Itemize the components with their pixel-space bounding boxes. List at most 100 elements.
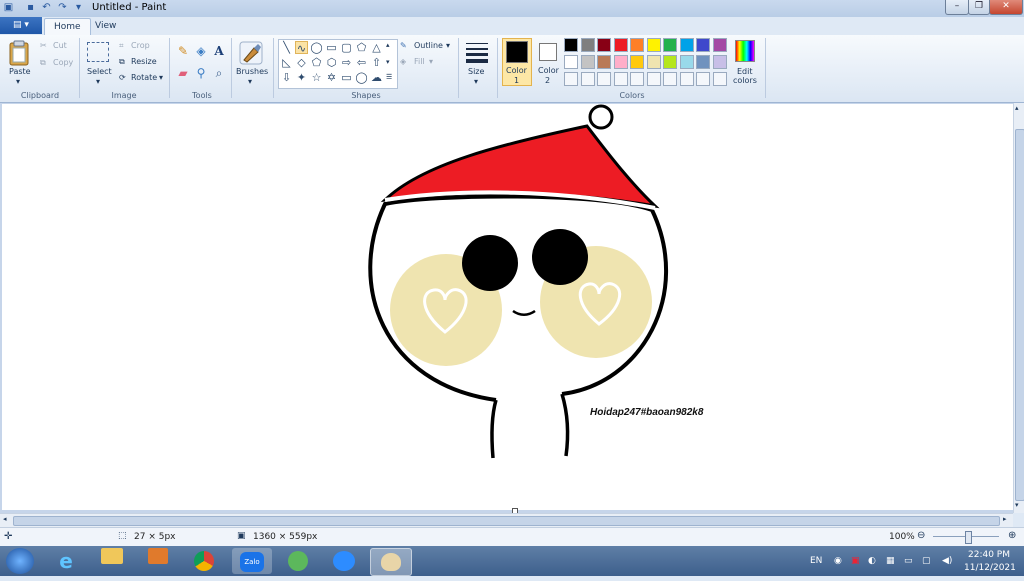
polygon-shape-icon[interactable]: ⬠ [355,41,368,54]
file-menu-button[interactable]: ▤ ▾ [0,17,42,34]
shapes-scroll-up-icon[interactable]: ▴ [386,41,390,49]
right-triangle-shape-icon[interactable]: ◺ [280,56,293,69]
tray-network-icon[interactable]: ▦ [886,556,895,566]
tray-antivirus-icon[interactable]: ▣ [851,556,860,566]
down-arrow-shape-icon[interactable]: ⇩ [280,71,293,84]
explorer-icon[interactable] [92,548,132,574]
resize-label[interactable]: Resize [131,57,157,66]
size-label[interactable]: Size [468,67,484,76]
zoom-slider-thumb[interactable] [965,531,972,544]
tray-volume-alt-icon[interactable]: ◐ [868,556,876,566]
palette-swatch[interactable] [564,38,578,52]
save-icon[interactable]: ▪ [24,2,37,14]
clock-time[interactable]: 22:40 PM [968,550,1010,560]
diamond-shape-icon[interactable]: ◇ [295,56,308,69]
palette-swatch[interactable] [696,38,710,52]
fill-icon[interactable]: ◈ [400,57,406,66]
text-tool-icon[interactable]: A [211,43,227,59]
edit-colors-label-2[interactable]: colors [733,76,757,85]
size-dropdown-icon[interactable]: ▾ [474,77,478,86]
maximize-button[interactable]: ❐ [968,0,990,15]
resize-icon[interactable]: ⧉ [119,57,125,67]
size-button[interactable] [465,41,489,63]
copy-icon[interactable]: ⧉ [40,58,46,68]
palette-swatch[interactable] [613,38,628,52]
right-arrow-shape-icon[interactable]: ⇨ [340,56,353,69]
five-point-star-shape-icon[interactable]: ☆ [310,71,323,84]
rounded-rectangle-shape-icon[interactable]: ▢ [340,41,353,54]
close-button[interactable]: ✕ [989,0,1023,15]
palette-swatch[interactable] [663,38,677,52]
select-icon[interactable] [87,42,109,62]
palette-custom-slot[interactable] [597,72,611,86]
callout-shape-icon[interactable]: ▭ [340,71,353,84]
palette-swatch[interactable] [663,55,677,69]
rotate-icon[interactable]: ⟳ [119,73,126,82]
oval-shape-icon[interactable]: ◯ [310,41,323,54]
color-picker-icon[interactable]: ⚲ [193,65,209,81]
palette-custom-slot[interactable] [663,72,677,86]
oval-callout-shape-icon[interactable]: ◯ [355,71,368,84]
rotate-label[interactable]: Rotate [131,73,157,82]
customize-icon[interactable]: ▾ [72,2,85,14]
pencil-icon[interactable]: ✎ [175,43,191,59]
magnifier-icon[interactable]: ⌕ [211,65,227,81]
shapes-scroll-down-icon[interactable]: ▾ [386,58,390,66]
palette-swatch[interactable] [597,38,611,52]
speaker-icon[interactable]: ◀) [942,556,952,566]
cloud-callout-shape-icon[interactable]: ☁ [370,71,383,84]
edit-colors-icon[interactable] [735,40,755,62]
drawing-canvas[interactable]: Hoidap247#baoan982k8 [2,104,1013,510]
horizontal-scroll-thumb[interactable] [13,516,1000,526]
palette-swatch[interactable] [613,55,628,69]
edit-colors-label-1[interactable]: Edit [737,67,753,76]
palette-swatch[interactable] [712,38,727,52]
tray-display-icon[interactable]: ▢ [922,556,931,566]
palette-swatch[interactable] [630,55,644,69]
select-dropdown-icon[interactable]: ▾ [96,77,100,86]
color2-label[interactable]: Color [538,66,559,75]
palette-swatch[interactable] [646,55,661,69]
up-arrow-shape-icon[interactable]: ⇧ [370,56,383,69]
scroll-right-icon[interactable]: ▸ [1003,515,1007,523]
chrome-icon[interactable] [184,548,224,574]
palette-swatch[interactable] [696,55,710,69]
start-icon[interactable] [6,548,34,574]
brushes-label[interactable]: Brushes [236,67,268,76]
cut-icon[interactable]: ✂ [40,41,47,50]
palette-custom-slot[interactable] [580,72,595,86]
paint-app-icon[interactable]: ▣ [2,2,15,14]
media-icon[interactable] [138,548,178,574]
select-label[interactable]: Select [87,67,112,76]
palette-custom-slot[interactable] [630,72,644,86]
coccoc-icon[interactable] [278,548,318,574]
crop-icon[interactable]: ⌗ [119,41,124,51]
brushes-button[interactable] [238,40,264,66]
ie-icon[interactable]: e [46,548,86,574]
scroll-down-icon[interactable]: ▾ [1015,501,1019,509]
outline-label[interactable]: Outline [414,41,443,50]
scroll-left-icon[interactable]: ◂ [3,515,7,523]
tray-device-icon[interactable]: ▭ [904,556,913,566]
paint-icon[interactable] [370,548,412,576]
palette-swatch[interactable] [679,55,694,69]
clock-date[interactable]: 11/12/2021 [964,563,1016,573]
palette-swatch[interactable] [646,38,661,52]
tab-view[interactable]: View [86,18,125,35]
vertical-scroll-thumb[interactable] [1015,129,1024,501]
vertical-scrollbar[interactable]: ▴ ▾ [1013,103,1024,513]
copy-label[interactable]: Copy [53,58,73,67]
scroll-up-icon[interactable]: ▴ [1015,104,1019,112]
palette-swatch[interactable] [580,55,595,69]
zalo-icon[interactable]: Zalo [232,548,272,574]
palette-swatch[interactable] [630,38,644,52]
left-arrow-shape-icon[interactable]: ⇦ [355,56,368,69]
crop-label[interactable]: Crop [131,41,150,50]
redo-icon[interactable]: ↷ [56,2,69,14]
palette-custom-slot[interactable] [696,72,710,86]
palette-custom-slot[interactable] [712,72,727,86]
hexagon-shape-icon[interactable]: ⬡ [325,56,338,69]
outline-dropdown-icon[interactable]: ▾ [446,41,450,50]
curve-shape-icon[interactable]: ∿ [295,41,308,55]
fill-label[interactable]: Fill [414,57,425,66]
